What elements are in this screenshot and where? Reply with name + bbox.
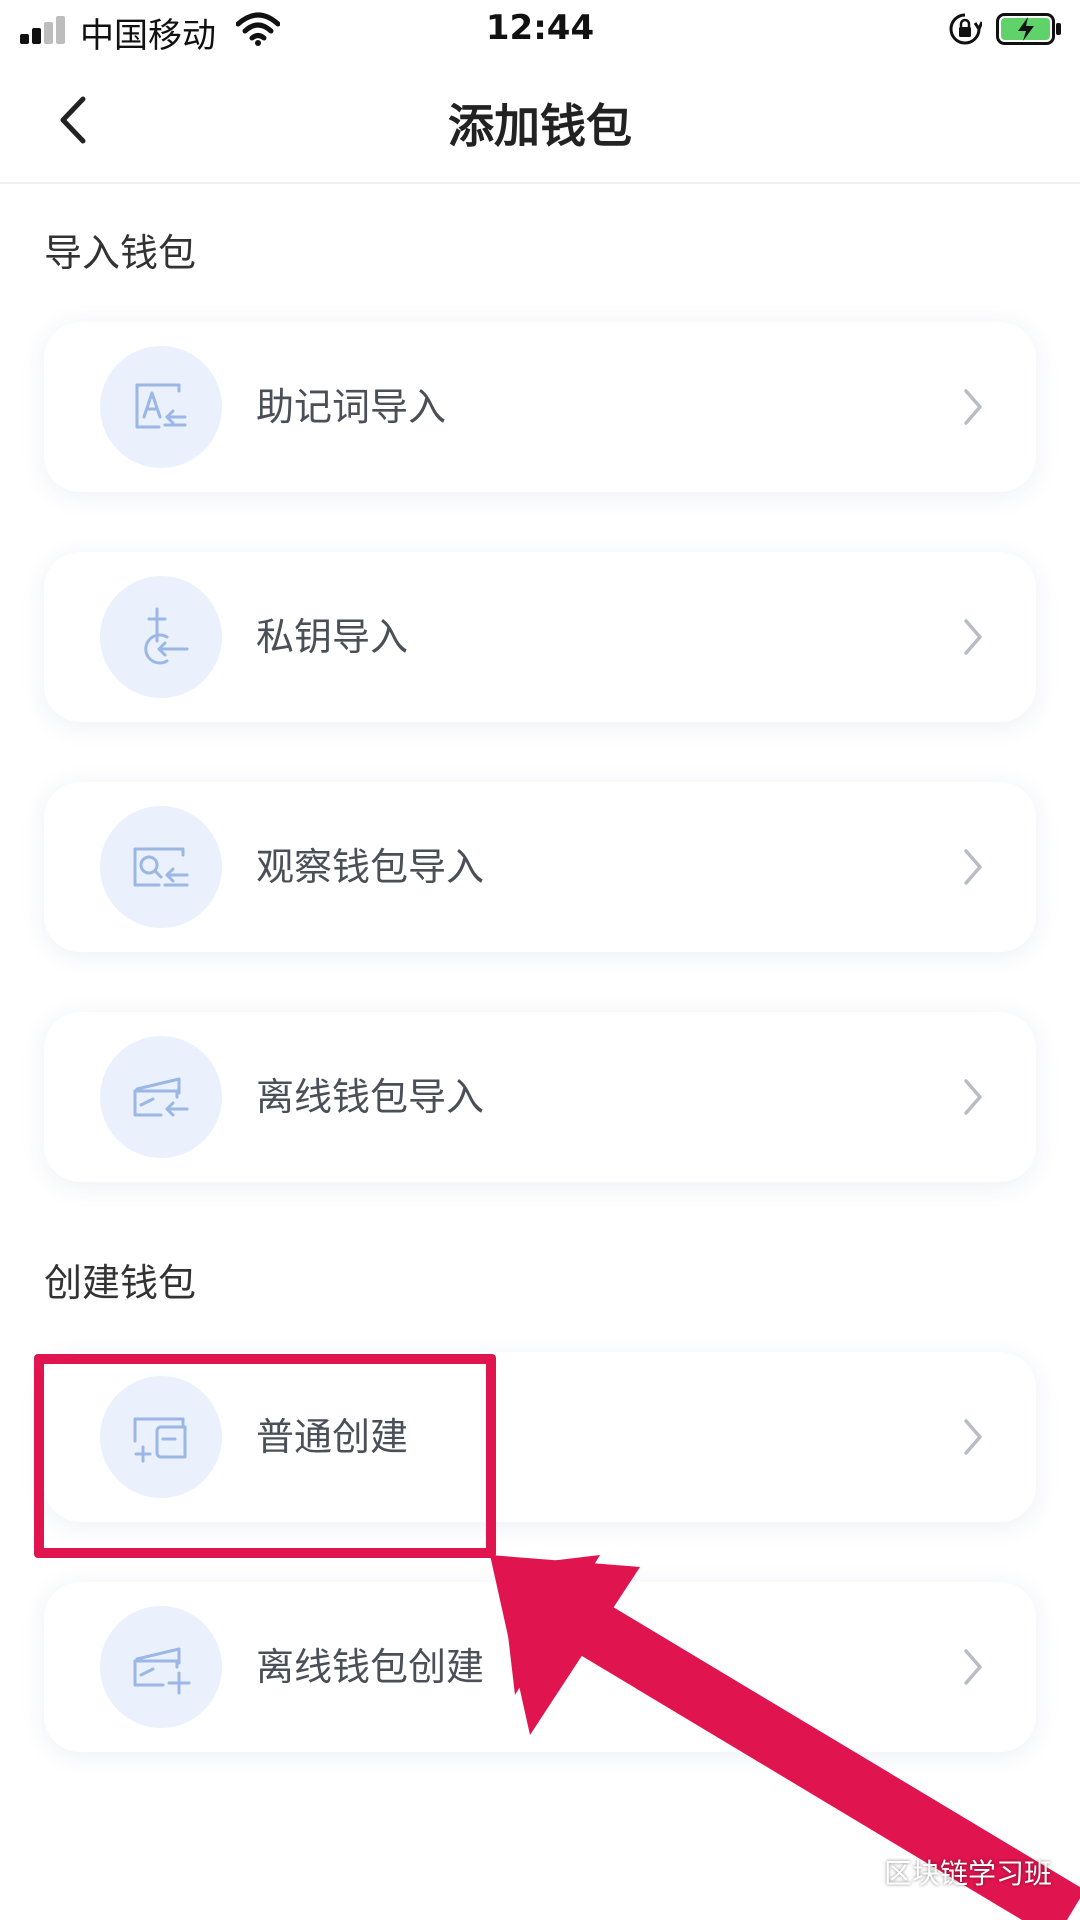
chevron-right-icon: [964, 389, 982, 425]
icon-badge: [100, 576, 222, 698]
chevron-right-icon: [964, 849, 982, 885]
icon-badge: [100, 346, 222, 468]
wechat-icon: [830, 1855, 875, 1888]
item-label: 助记词导入: [256, 385, 447, 429]
chevron-right-icon: [964, 619, 982, 655]
offline-wallet-import-icon: [133, 1077, 189, 1117]
status-bar: 中国移动 12:44: [0, 0, 1080, 60]
status-time: 12:44: [485, 8, 595, 48]
mnemonic-import-icon: [135, 383, 187, 429]
item-label: 离线钱包导入: [256, 1075, 485, 1119]
chevron-right-icon: [964, 1419, 982, 1455]
create-section-title: 创建钱包: [44, 1261, 197, 1305]
navigation-bar: 添加钱包: [0, 60, 1080, 184]
watch-wallet-import-icon: [133, 847, 189, 887]
icon-badge: [100, 1606, 222, 1728]
watermark: 区块链学习班: [830, 1852, 1052, 1892]
offline-wallet-create-icon: [133, 1647, 191, 1695]
item-label: 私钥导入: [256, 615, 409, 659]
chevron-right-icon: [964, 1079, 982, 1115]
highlight-annotation-box: [34, 1354, 496, 1558]
battery-charging-icon: [996, 13, 1061, 45]
private-key-import-icon: [144, 607, 189, 665]
mnemonic-import-item[interactable]: 助记词导入: [44, 322, 1036, 492]
icon-badge: [100, 1036, 222, 1158]
offline-wallet-import-item[interactable]: 离线钱包导入: [44, 1012, 1036, 1182]
icon-badge: [100, 806, 222, 928]
watch-wallet-import-item[interactable]: 观察钱包导入: [44, 782, 1036, 952]
private-key-import-item[interactable]: 私钥导入: [44, 552, 1036, 722]
item-label: 观察钱包导入: [256, 845, 485, 889]
watermark-text: 区块链学习班: [884, 1857, 1053, 1890]
item-label: 离线钱包创建: [256, 1645, 485, 1689]
import-section-title: 导入钱包: [44, 231, 197, 275]
page-title: 添加钱包: [448, 99, 632, 153]
rotation-lock-icon: [949, 13, 982, 45]
